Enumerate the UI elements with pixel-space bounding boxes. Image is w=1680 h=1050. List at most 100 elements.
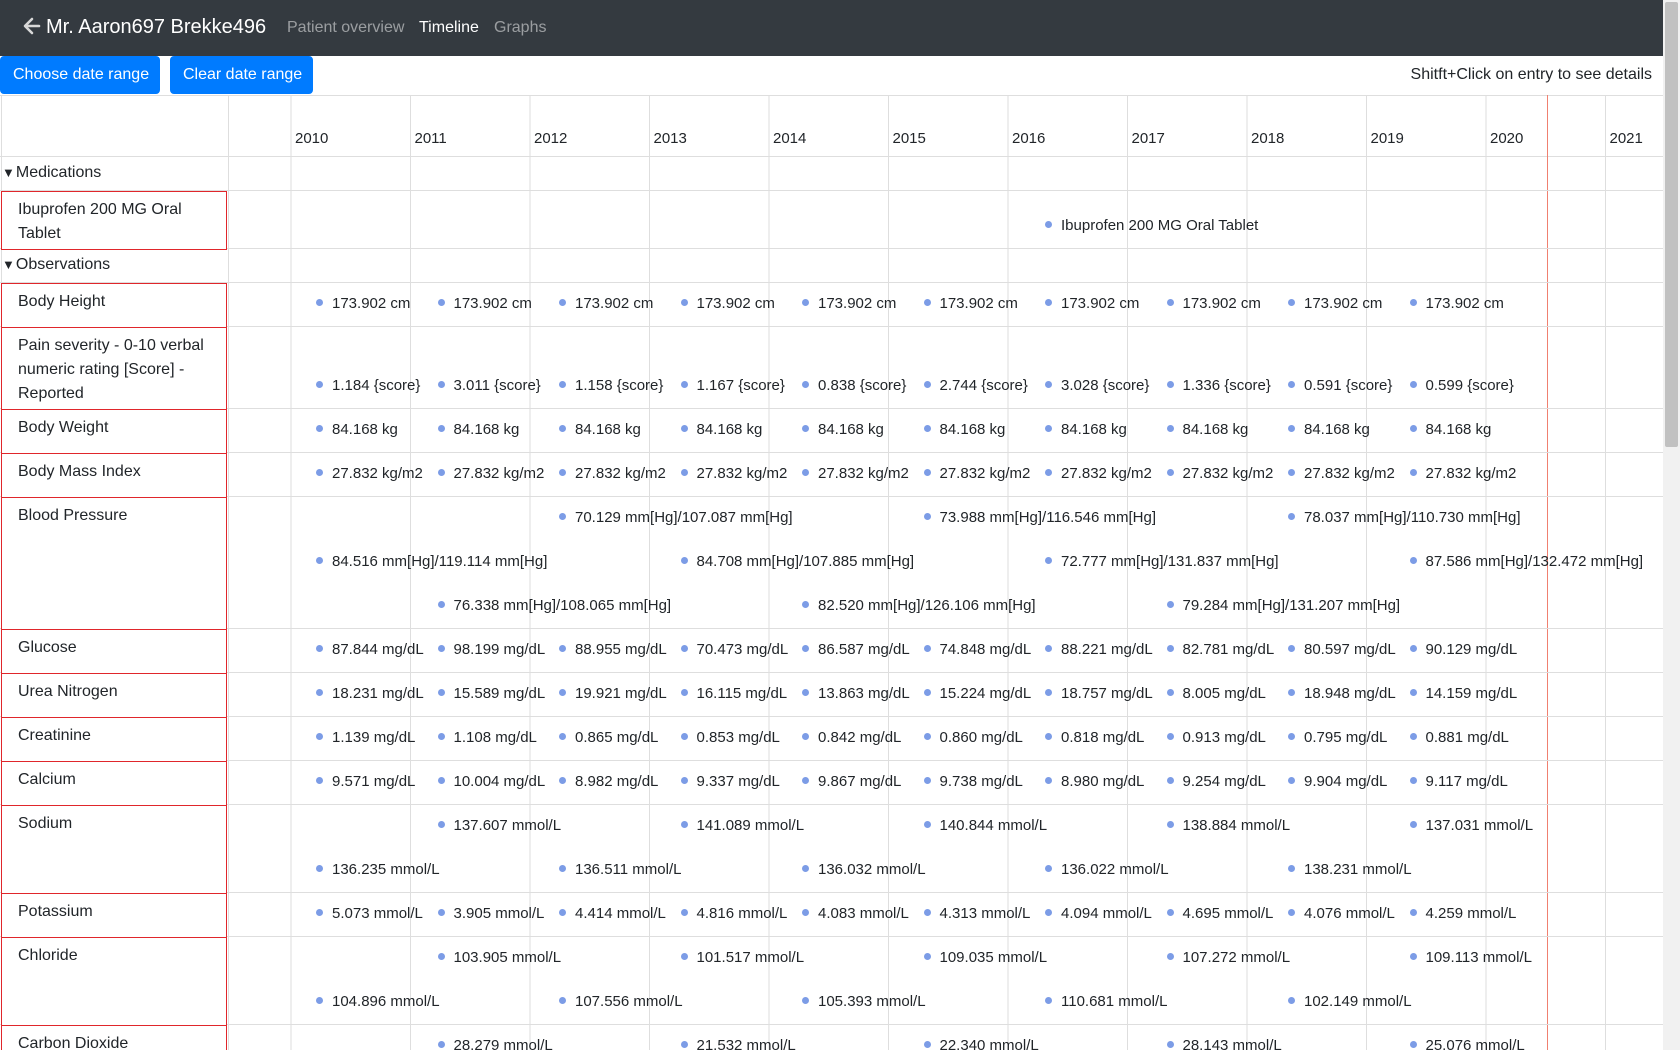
timeline-entry[interactable]: 10.004 mg/dL (437, 773, 545, 793)
timeline-entry[interactable]: 87.844 mg/dL (316, 641, 424, 661)
timeline-entry[interactable]: 102.149 mmol/L (1288, 993, 1412, 1013)
timeline-entry[interactable]: 141.089 mmol/L (680, 817, 804, 837)
timeline-entry[interactable]: 173.902 cm (1288, 295, 1382, 315)
timeline-entry[interactable]: 73.988 mm[Hg]/116.546 mm[Hg] (923, 509, 1156, 529)
timeline-entry[interactable]: 4.076 mmol/L (1288, 905, 1395, 925)
timeline-entry[interactable]: 0.795 mg/dL (1288, 729, 1387, 749)
timeline-entry[interactable]: 5.073 mmol/L (316, 905, 423, 925)
nav-patient-overview[interactable]: Patient overview (287, 19, 404, 37)
timeline-entry[interactable]: 9.738 mg/dL (923, 773, 1023, 793)
timeline-entry[interactable]: 8.982 mg/dL (559, 773, 658, 793)
timeline-entry[interactable]: 27.832 kg/m2 (1166, 465, 1273, 485)
timeline-entry[interactable]: 173.902 cm (316, 295, 410, 315)
timeline-entry[interactable]: 9.904 mg/dL (1288, 773, 1387, 793)
timeline-entry[interactable]: 27.832 kg/m2 (923, 465, 1030, 485)
timeline-entry[interactable]: 1.336 {score} (1166, 377, 1271, 397)
timeline-entry[interactable]: 18.757 mg/dL (1045, 685, 1153, 705)
timeline-entry[interactable]: 9.117 mg/dL (1409, 773, 1508, 793)
timeline-view[interactable]: 2010 2011 2012 2013 2014 2015 2016 2017 2018 2019… (0, 95, 1663, 1050)
clear-date-range-button[interactable]: Clear date range (170, 56, 313, 94)
timeline-entry[interactable]: 107.272 mmol/L (1166, 949, 1290, 969)
timeline-entry[interactable]: 3.011 {score} (437, 377, 541, 397)
arrow-left-icon[interactable] (22, 14, 42, 38)
timeline-entry[interactable]: 4.259 mmol/L (1409, 905, 1516, 925)
group-header-medications[interactable]: ▼Medications (2, 164, 101, 182)
timeline-entry[interactable]: 104.896 mmol/L (316, 993, 440, 1013)
timeline-entry[interactable]: 76.338 mm[Hg]/108.065 mm[Hg] (437, 597, 671, 617)
timeline-entry[interactable]: 173.902 cm (923, 295, 1018, 315)
timeline-entry[interactable]: 4.695 mmol/L (1166, 905, 1273, 925)
timeline-entry[interactable]: 70.473 mg/dL (680, 641, 788, 661)
timeline-entry[interactable]: 138.231 mmol/L (1288, 861, 1412, 881)
timeline-entry[interactable]: 27.832 kg/m2 (316, 465, 423, 485)
timeline-entry[interactable]: 16.115 mg/dL (680, 685, 787, 705)
timeline-entry[interactable]: 137.607 mmol/L (437, 817, 561, 837)
timeline-entry[interactable]: 98.199 mg/dL (437, 641, 545, 661)
timeline-entry[interactable]: 28.143 mmol/L (1166, 1037, 1282, 1050)
timeline-entry[interactable]: 22.340 mmol/L (923, 1037, 1039, 1050)
timeline-entry[interactable]: 27.832 kg/m2 (559, 465, 666, 485)
timeline-entry[interactable]: 84.168 kg (559, 421, 641, 441)
timeline-entry[interactable]: 27.832 kg/m2 (802, 465, 909, 485)
timeline-entry[interactable]: 138.884 mmol/L (1166, 817, 1290, 837)
nav-timeline[interactable]: Timeline (419, 19, 479, 37)
timeline-entry[interactable]: 4.313 mmol/L (923, 905, 1030, 925)
timeline-entry[interactable]: 1.184 {score} (316, 377, 420, 397)
timeline-entry[interactable]: 27.832 kg/m2 (1045, 465, 1152, 485)
timeline-entry[interactable]: 19.921 mg/dL (559, 685, 667, 705)
timeline-entry[interactable]: 84.168 kg (923, 421, 1005, 441)
timeline-entry[interactable]: 84.168 kg (1045, 421, 1127, 441)
timeline-entry[interactable]: 0.881 mg/dL (1409, 729, 1509, 749)
timeline-entry[interactable]: 109.035 mmol/L (923, 949, 1047, 969)
timeline-entry[interactable]: 80.597 mg/dL (1288, 641, 1396, 661)
timeline-entry[interactable]: 18.948 mg/dL (1288, 685, 1396, 705)
timeline-entry[interactable]: 136.022 mmol/L (1045, 861, 1169, 881)
timeline-entry[interactable]: 173.902 cm (802, 295, 896, 315)
timeline-entry[interactable]: 105.393 mmol/L (802, 993, 926, 1013)
timeline-entry[interactable]: 3.028 {score} (1045, 377, 1149, 397)
timeline-entry[interactable]: 88.221 mg/dL (1045, 641, 1153, 661)
group-header-observations[interactable]: ▼Observations (2, 256, 110, 274)
timeline-entry[interactable]: 173.902 cm (437, 295, 532, 315)
timeline-entry[interactable]: 173.902 cm (1166, 295, 1261, 315)
timeline-entry[interactable]: 0.913 mg/dL (1166, 729, 1266, 749)
timeline-entry[interactable]: 137.031 mmol/L (1409, 817, 1533, 837)
timeline-entry[interactable]: 110.681 mmol/L (1045, 993, 1167, 1013)
scrollbar-thumb[interactable] (1665, 2, 1678, 447)
timeline-entry[interactable]: 27.832 kg/m2 (437, 465, 544, 485)
nav-graphs[interactable]: Graphs (494, 19, 546, 37)
timeline-entry[interactable]: 9.337 mg/dL (680, 773, 780, 793)
timeline-entry[interactable]: 87.586 mm[Hg]/132.472 mm[Hg] (1409, 553, 1643, 573)
timeline-entry[interactable]: 109.113 mmol/L (1409, 949, 1532, 969)
timeline-entry[interactable]: 84.168 kg (1166, 421, 1248, 441)
timeline-entry[interactable]: 9.571 mg/dL (316, 773, 415, 793)
timeline-entry[interactable]: 107.556 mmol/L (559, 993, 683, 1013)
timeline-entry[interactable]: 8.980 mg/dL (1045, 773, 1144, 793)
timeline-entry[interactable]: 21.532 mmol/L (680, 1037, 796, 1050)
timeline-entry[interactable]: 101.517 mmol/L (680, 949, 804, 969)
timeline-entry[interactable]: 1.139 mg/dL (316, 729, 415, 749)
timeline-entry[interactable]: 1.158 {score} (559, 377, 663, 397)
timeline-entry[interactable]: 103.905 mmol/L (437, 949, 561, 969)
timeline-entry[interactable]: 173.902 cm (680, 295, 775, 315)
timeline-entry[interactable]: Ibuprofen 200 MG Oral Tablet (1045, 217, 1258, 237)
timeline-entry[interactable]: 1.167 {score} (680, 377, 785, 397)
timeline-entry[interactable]: 72.777 mm[Hg]/131.837 mm[Hg] (1045, 553, 1279, 573)
timeline-entry[interactable]: 0.842 mg/dL (802, 729, 901, 749)
timeline-entry[interactable]: 3.905 mmol/L (437, 905, 544, 925)
timeline-entry[interactable]: 13.863 mg/dL (802, 685, 910, 705)
triangle-down-icon[interactable]: ▼ (2, 257, 15, 272)
timeline-entry[interactable]: 84.168 kg (1288, 421, 1370, 441)
timeline-entry[interactable]: 74.848 mg/dL (923, 641, 1031, 661)
timeline-entry[interactable]: 9.867 mg/dL (802, 773, 901, 793)
timeline-entry[interactable]: 27.832 kg/m2 (1409, 465, 1516, 485)
timeline-entry[interactable]: 84.516 mm[Hg]/119.114 mm[Hg] (316, 553, 547, 573)
timeline-entry[interactable]: 82.520 mm[Hg]/126.106 mm[Hg] (802, 597, 1036, 617)
timeline-entry[interactable]: 0.865 mg/dL (559, 729, 658, 749)
timeline-entry[interactable]: 8.005 mg/dL (1166, 685, 1266, 705)
timeline-entry[interactable]: 0.599 {score} (1409, 377, 1514, 397)
timeline-entry[interactable]: 0.853 mg/dL (680, 729, 780, 749)
timeline-entry[interactable]: 84.168 kg (680, 421, 762, 441)
timeline-entry[interactable]: 25.076 mmol/L (1409, 1037, 1525, 1050)
timeline-entry[interactable]: 0.860 mg/dL (923, 729, 1023, 749)
